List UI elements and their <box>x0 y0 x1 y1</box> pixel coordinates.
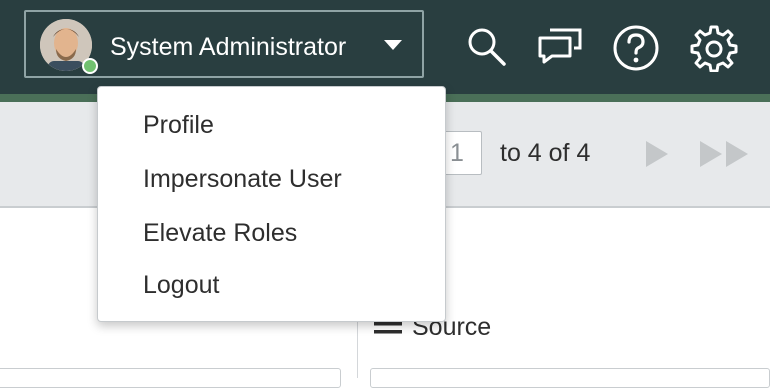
table-panel-right <box>370 368 770 388</box>
last-page-icon[interactable] <box>698 140 752 173</box>
help-icon[interactable] <box>612 24 660 72</box>
menu-item-logout[interactable]: Logout <box>143 270 219 300</box>
search-icon[interactable] <box>462 24 510 72</box>
settings-icon[interactable] <box>690 24 738 73</box>
header-bar: System Administrator <box>0 0 770 94</box>
next-page-icon[interactable] <box>644 140 670 173</box>
user-dropdown-menu: Profile Impersonate User Elevate Roles L… <box>97 86 446 322</box>
user-name: System Administrator <box>110 33 347 61</box>
conversations-icon[interactable] <box>536 24 584 72</box>
table-panel-left <box>0 368 341 388</box>
user-menu-button[interactable]: System Administrator <box>24 10 424 78</box>
chevron-down-icon <box>384 40 402 50</box>
record-range-label: to 4 of 4 <box>500 139 591 167</box>
menu-item-profile[interactable]: Profile <box>143 110 214 140</box>
menu-item-impersonate-user[interactable]: Impersonate User <box>143 164 342 194</box>
presence-indicator <box>82 58 98 74</box>
menu-item-elevate-roles[interactable]: Elevate Roles <box>143 218 297 248</box>
